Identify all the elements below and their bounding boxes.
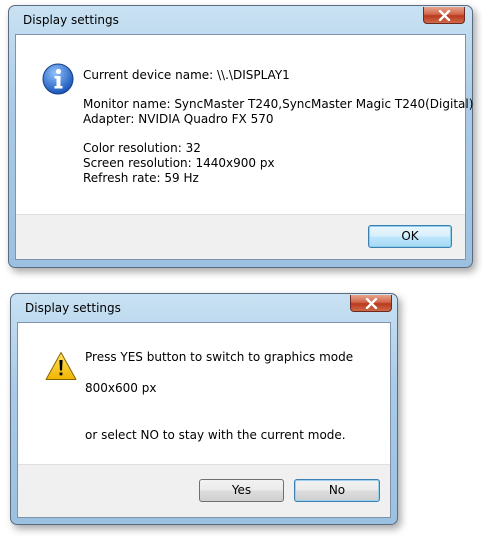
- information-icon: [42, 63, 74, 95]
- title-bar[interactable]: Display settings: [9, 6, 472, 32]
- switch-mode-dialog: Display settings Press YES button to swi…: [10, 293, 398, 525]
- screen-resolution-text: Screen resolution: 1440x900 px: [83, 156, 275, 170]
- prompt-resolution: 800x600 px: [85, 381, 157, 395]
- title-bar[interactable]: Display settings: [11, 294, 397, 320]
- close-icon: [365, 298, 378, 309]
- color-resolution-text: Color resolution: 32: [83, 141, 201, 155]
- dialog-footer: Yes No: [18, 464, 390, 517]
- yes-button[interactable]: Yes: [199, 479, 284, 502]
- close-icon: [438, 10, 451, 21]
- monitor-name-text: Monitor name: SyncMaster T240,SyncMaster…: [83, 97, 474, 111]
- no-button[interactable]: No: [294, 479, 380, 502]
- prompt-line-3: or select NO to stay with the current mo…: [85, 428, 346, 442]
- device-name-text: Current device name: \\.\DISPLAY1: [83, 68, 290, 82]
- dialog-title: Display settings: [23, 13, 119, 27]
- display-info-dialog: Display settings Current device name: \\…: [8, 5, 473, 268]
- adapter-text: Adapter: NVIDIA Quadro FX 570: [83, 112, 274, 126]
- refresh-rate-text: Refresh rate: 59 Hz: [83, 171, 199, 185]
- ok-button[interactable]: OK: [368, 225, 452, 248]
- warning-icon: [45, 352, 77, 380]
- dialog-client-area: Press YES button to switch to graphics m…: [17, 322, 391, 518]
- dialog-footer: OK: [16, 214, 465, 259]
- close-button[interactable]: [350, 295, 392, 312]
- prompt-line-1: Press YES button to switch to graphics m…: [85, 350, 354, 364]
- close-button[interactable]: [423, 7, 465, 24]
- dialog-client-area: Current device name: \\.\DISPLAY1 Monito…: [15, 34, 473, 260]
- dialog-title: Display settings: [25, 301, 121, 315]
